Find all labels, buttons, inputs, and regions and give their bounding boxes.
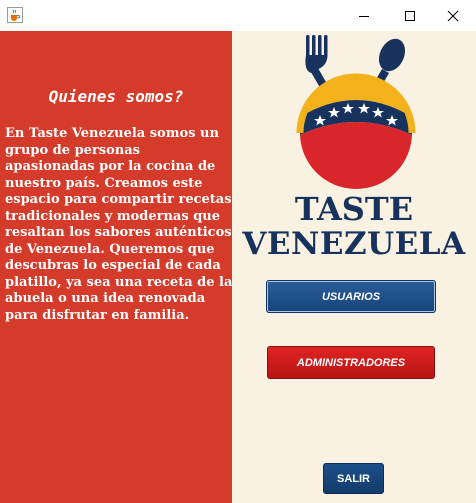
close-icon <box>447 10 459 21</box>
close-button[interactable] <box>430 0 476 31</box>
maximize-icon <box>405 10 415 21</box>
salir-button[interactable]: SALIR <box>323 463 384 494</box>
usuarios-button[interactable]: USUARIOS <box>266 280 436 313</box>
about-description: En Taste Venezuela somos un grupo de per… <box>5 126 233 323</box>
java-cup-icon <box>7 7 23 23</box>
minimize-icon <box>359 15 369 17</box>
administradores-button[interactable]: ADMINISTRADORES <box>267 346 435 379</box>
maximize-button[interactable] <box>387 0 433 31</box>
about-title: Quienes somos? <box>48 87 184 106</box>
minimize-button[interactable] <box>341 0 387 31</box>
fork-spoon-flag-emblem-icon <box>296 35 416 189</box>
main-panel: TASTE VENEZUELA USUARIOS ADMINISTRADORES… <box>232 31 476 503</box>
logo-title-line2: VENEZUELA <box>242 226 466 262</box>
window-titlebar <box>0 0 476 31</box>
logo-title-line1: TASTE <box>294 190 414 228</box>
about-panel: Quienes somos? En Taste Venezuela somos … <box>0 31 232 503</box>
